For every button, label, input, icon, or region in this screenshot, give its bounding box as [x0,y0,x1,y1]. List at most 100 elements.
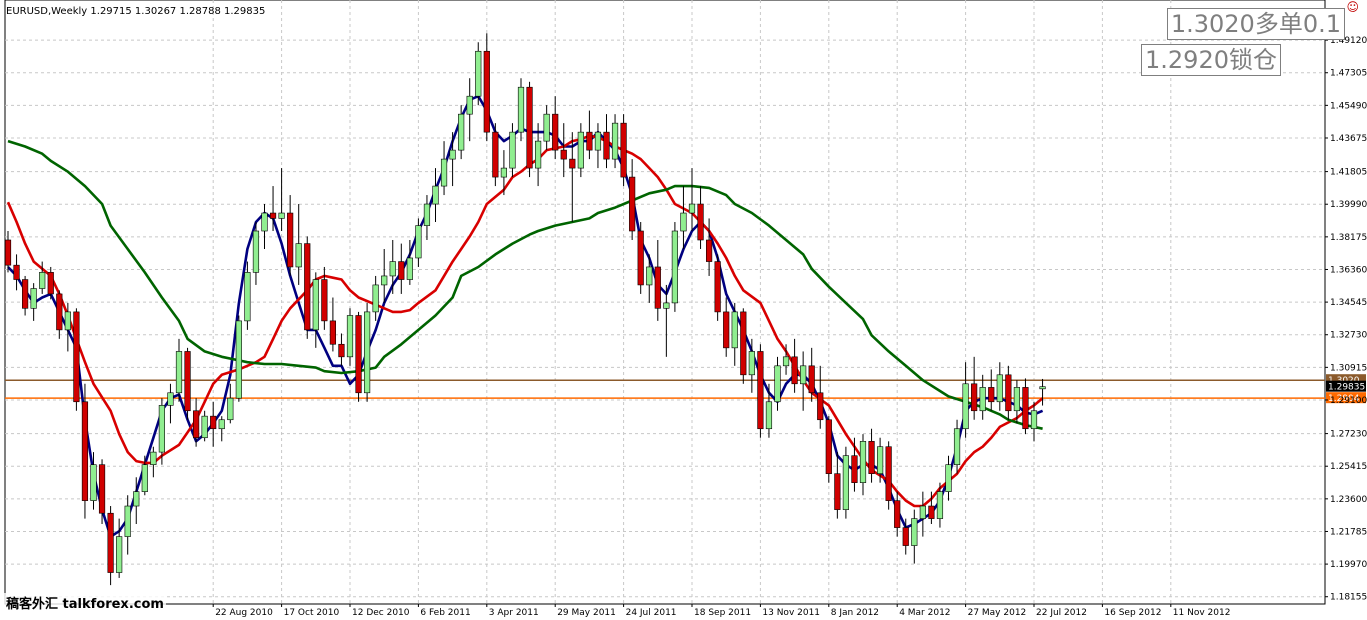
candle-body-bear [885,446,892,501]
x-tick-label: 4 Mar 2012 [899,608,950,618]
candle [637,222,644,294]
candle [731,302,738,366]
candle-body-bear [637,230,644,286]
candle-body-bull [688,203,696,214]
candle [363,302,371,402]
candle-body-bull [449,149,456,160]
candle [859,434,867,496]
candle-body-bull [680,212,687,232]
candle-body-bear [697,203,704,241]
x-tick-label: 16 Sep 2012 [1104,608,1161,618]
candle [714,254,721,321]
candle-body-bear [483,50,490,133]
candle-body-bull [235,320,242,399]
candle-body-bull [765,401,773,430]
candle [338,333,345,366]
candle-body-bear [398,261,405,280]
candle [329,297,337,352]
candle-body-bull [295,243,302,268]
candle-body-bull [218,419,225,430]
candle-body-bull [466,95,473,115]
x-tick-label: 11 Nov 2012 [1173,608,1231,618]
y-tick-label: 1.25415 [1330,462,1367,472]
candle [278,168,285,232]
candle-body-bull [774,365,781,403]
candle [825,416,832,483]
candle-body-bull [1013,387,1020,412]
x-tick-label: 27 May 2012 [968,608,1027,618]
candle-body-bear [629,176,636,232]
candle [201,410,208,442]
candle [235,315,242,402]
candle [517,78,525,142]
candle [945,455,952,501]
x-tick-label: 3 Apr 2011 [489,608,539,618]
candle-body-bull [748,351,755,376]
x-tick-label: 17 Oct 2010 [284,608,340,618]
candle-body-bull [201,415,208,439]
candle [346,308,354,366]
candle-body-bull [842,455,849,510]
indicator-line-3 [7,139,1043,430]
x-tick-label: 13 Nov 2011 [762,608,820,618]
candle-body-bear [654,266,661,309]
candle-body-bull [979,387,986,412]
candle-body-bear [304,243,311,331]
y-tick-label: 1.18155 [1330,593,1367,603]
candle-body-bull [372,284,379,313]
candle-body-bear [338,343,345,358]
candle-body-bear [569,158,576,169]
chart-title: EURUSD,Weekly 1.29715 1.30267 1.28788 1.… [6,6,265,17]
candle [466,78,473,142]
candle-body-bull [158,405,166,453]
candle-body-bull [363,311,371,394]
candle [124,495,131,555]
candle-body-bear [193,410,200,439]
candle-body-bull [594,131,602,151]
candle-body-bull [996,374,1003,403]
candle-body-bear [210,415,217,430]
candle [81,383,89,519]
candle [150,446,157,478]
candle [688,168,696,232]
candle [757,344,764,438]
candle-body-bull [150,451,157,465]
candle [577,123,584,178]
candle [979,374,986,420]
y-tick-label: 1.47305 [1330,69,1367,79]
candle [697,186,704,249]
candles [4,33,1046,586]
candle-body-bear [73,311,80,403]
candle-body-bull [252,230,260,273]
candle [586,110,593,160]
candle-body-bull [663,302,670,309]
candle-body-bear [329,320,337,345]
candle [560,123,567,178]
candle-body-bull [800,365,807,385]
candle [355,311,362,402]
y-tick-label: 1.39990 [1330,200,1367,210]
candle-body-bull [953,428,961,465]
candle-body-bull [543,113,550,142]
candle-body-bull [1039,386,1046,390]
x-tick-label: 6 Feb 2011 [420,608,470,618]
y-tick-label: 1.23600 [1330,495,1367,505]
candle [594,123,602,169]
x-tick-label: 29 May 2011 [557,608,616,618]
candle-body-bull [312,279,319,331]
candle-body-bull [244,272,251,322]
candle [962,362,969,438]
candle-body-bull [611,122,619,160]
candle-body-bear [928,505,935,519]
y-tick-label: 1.45490 [1330,101,1367,111]
candle-body-bull [116,536,123,573]
candle-body-bear [971,383,978,412]
candle [295,204,302,285]
y-tick-label: 1.32730 [1330,331,1367,341]
candle [834,452,841,519]
candle-body-bull [278,212,285,219]
candle [381,248,388,303]
candle-body-bear [740,311,747,376]
candle-body-bear [894,500,901,528]
candle-body-bull [440,158,448,187]
